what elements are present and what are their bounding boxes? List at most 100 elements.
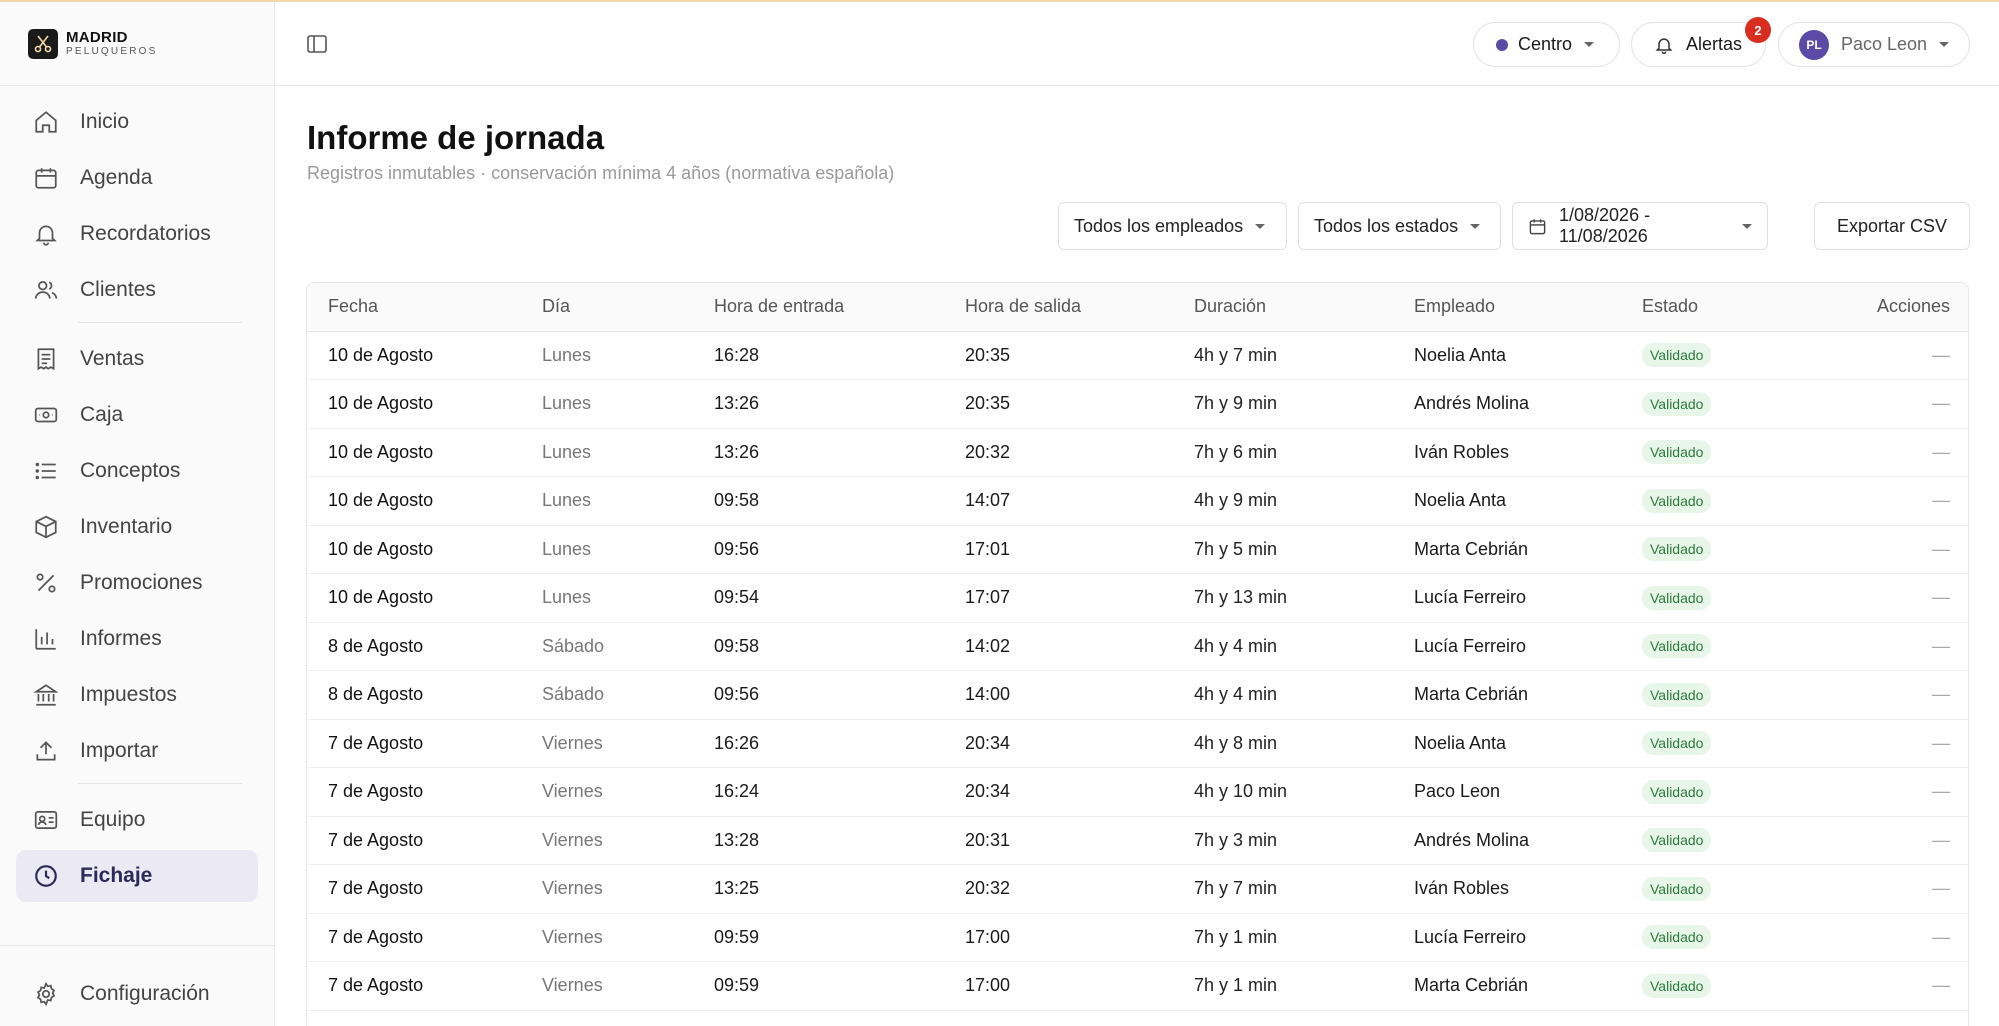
status-badge: Validado (1642, 876, 1712, 901)
calendar-icon (1528, 217, 1547, 236)
status-badge: Validado (1642, 731, 1712, 756)
sidebar-item-promociones[interactable]: Promociones (16, 557, 258, 609)
sidebar-item-label: Impuestos (80, 683, 177, 706)
sidebar-item-caja[interactable]: Caja (16, 389, 258, 441)
cell-salida: 20:35 (944, 379, 1173, 429)
cell-salida: 20:34 (944, 767, 1173, 817)
column-header-dia[interactable]: Día (521, 283, 693, 332)
cell-acciones[interactable]: — (1771, 331, 1968, 380)
sidebar-item-label: Ventas (80, 347, 145, 370)
cell-empleado: Lucía Ferreiro (1393, 622, 1621, 671)
cell-acciones[interactable]: — (1771, 622, 1968, 671)
sidebar-item-ventas[interactable]: Ventas (16, 333, 258, 385)
cell-acciones[interactable]: — (1771, 864, 1968, 914)
cell-salida: 20:32 (944, 428, 1173, 477)
table-row[interactable]: 10 de Agosto Lunes 13:26 20:35 7h y 9 min And… (307, 379, 1968, 429)
users-icon (32, 276, 60, 304)
cell-duracion: 7h y 9 min (1173, 379, 1393, 429)
cell-acciones[interactable]: — (1771, 379, 1968, 429)
cell-empleado: Marta Cebrián (1393, 961, 1621, 1011)
brand-subtitle: PELUQUEROS (66, 46, 158, 57)
cell-dia: Lunes (521, 573, 693, 623)
page-subtitle: Registros inmutables · conservación míni… (307, 163, 895, 183)
sidebar-item-inicio[interactable]: Inicio (16, 96, 258, 148)
sidebar-item-equipo[interactable]: Equipo (16, 794, 258, 846)
cell-fecha: 10 de Agosto (307, 379, 521, 429)
cell-estado: Validado (1621, 622, 1771, 671)
sidebar-item-label: Inventario (80, 515, 173, 538)
table-row[interactable]: 7 de Agosto Viernes 13:28 20:31 7h y 3 min An… (307, 816, 1968, 865)
cell-empleado: Noelia Anta (1393, 476, 1621, 526)
sidebar-item-recordatorios[interactable]: Recordatorios (16, 208, 258, 260)
gear-icon (32, 980, 60, 1008)
cell-duracion: 7h y 13 min (1173, 573, 1393, 623)
table-row[interactable]: 10 de Agosto Lunes 09:56 17:01 7h y 5 min Mar… (307, 525, 1968, 574)
column-header-salida[interactable]: Hora de salida (944, 283, 1173, 332)
sidebar-item-impuestos[interactable]: Impuestos (16, 669, 258, 721)
cell-acciones[interactable]: — (1771, 476, 1968, 526)
cell-estado: Validado (1621, 670, 1771, 720)
table-row[interactable]: 10 de Agosto Lunes 09:58 14:07 4h y 9 min Noe… (307, 476, 1968, 526)
cell-dia: Viernes (521, 913, 693, 962)
sidebar-item-agenda[interactable]: Agenda (16, 152, 258, 204)
sidebar-item-inventario[interactable]: Inventario (16, 501, 258, 553)
sidebar-item-informes[interactable]: Informes (16, 613, 258, 665)
column-header-entrada[interactable]: Hora de entrada (693, 283, 944, 332)
table-row[interactable]: 7 de Agosto Viernes 16:26 20:34 4h y 8 min No… (307, 719, 1968, 768)
status-filter-label: Todos los estados (1314, 215, 1459, 236)
cell-acciones[interactable]: — (1771, 670, 1968, 720)
column-header-fecha[interactable]: Fecha (307, 283, 521, 332)
cell-entrada: 16:28 (693, 331, 944, 380)
sidebar-item-fichaje[interactable]: Fichaje (16, 850, 258, 902)
export-csv-button[interactable]: Exportar CSV (1814, 202, 1970, 250)
cell-entrada: 09:58 (693, 622, 944, 671)
column-header-duracion[interactable]: Duración (1173, 283, 1393, 332)
cell-acciones[interactable]: — (1771, 913, 1968, 962)
cell-acciones[interactable]: — (1771, 525, 1968, 574)
table-row[interactable]: 10 de Agosto Lunes 09:54 17:07 7h y 13 min Lu… (307, 573, 1968, 623)
table-row[interactable]: 7 de Agosto Viernes 16:24 20:34 4h y 10 min P… (307, 767, 1968, 817)
bell-icon (1654, 35, 1674, 55)
cell-acciones[interactable]: — (1771, 816, 1968, 865)
column-header-empleado[interactable]: Empleado (1393, 283, 1621, 332)
sidebar-item-clientes[interactable]: Clientes (16, 264, 258, 316)
brand[interactable]: MADRID PELUQUEROS (0, 2, 274, 86)
table-row[interactable]: 7 de Agosto Viernes 09:59 17:00 7h y 1 min Lu… (307, 913, 1968, 962)
location-selector[interactable]: Centro (1473, 22, 1620, 67)
status-filter[interactable]: Todos los estados (1298, 202, 1501, 250)
table-row[interactable]: 7 de Agosto Viernes 13:25 20:32 7h y 7 min Iv… (307, 864, 1968, 914)
sidebar-toggle-icon[interactable] (305, 32, 329, 56)
table-row[interactable]: 10 de Agosto Lunes 13:26 20:32 7h y 6 min Ivá… (307, 428, 1968, 477)
avatar: PL (1799, 29, 1829, 60)
sidebar-item-importar[interactable]: Importar (16, 725, 258, 777)
table-row[interactable]: 10 de Agosto Lunes 16:28 20:35 4h y 7 min Noe… (307, 331, 1968, 380)
sidebar-item-label: Conceptos (80, 459, 181, 482)
cell-acciones[interactable]: — (1771, 767, 1968, 817)
sidebar-item-label: Configuración (80, 982, 210, 1005)
date-range-picker[interactable]: 1/08/2026 - 11/08/2026 (1512, 202, 1768, 250)
table-row[interactable]: 8 de Agosto Sábado 09:58 14:02 4h y 4 min Luc… (307, 622, 1968, 671)
status-badge: Validado (1642, 537, 1712, 562)
cell-acciones[interactable]: — (1771, 573, 1968, 623)
cell-empleado: Andrés Molina (1393, 379, 1621, 429)
table-row[interactable]: 8 de Agosto Sábado 09:56 14:00 4h y 4 min Mar… (307, 670, 1968, 720)
cell-empleado: Lucía Ferreiro (1393, 573, 1621, 623)
sidebar-item-configuracion[interactable]: Configuración (16, 968, 258, 1020)
cell-estado: Validado (1621, 864, 1771, 914)
cell-duracion: 7h y 1 min (1173, 961, 1393, 1011)
cell-acciones[interactable]: — (1771, 961, 1968, 1011)
cell-entrada: 09:56 (693, 525, 944, 574)
table-row[interactable]: 7 de Agosto Viernes 09:59 17:00 7h y 1 min Ma… (307, 961, 1968, 1011)
cell-acciones[interactable]: — (1771, 719, 1968, 768)
user-menu[interactable]: PL Paco Leon (1778, 22, 1970, 67)
cell-acciones[interactable]: — (1771, 428, 1968, 477)
user-name: Paco Leon (1841, 34, 1928, 54)
column-header-estado[interactable]: Estado (1621, 283, 1771, 332)
sidebar-item-conceptos[interactable]: Conceptos (16, 445, 258, 497)
cell-estado: Validado (1621, 719, 1771, 768)
column-header-acciones: Acciones (1771, 283, 1968, 332)
employee-filter[interactable]: Todos los empleados (1058, 202, 1287, 250)
sidebar-nav: Inicio Agenda Recordatorios Clientes Ven… (16, 96, 258, 906)
cell-dia: Lunes (521, 428, 693, 477)
list-icon (32, 457, 60, 485)
